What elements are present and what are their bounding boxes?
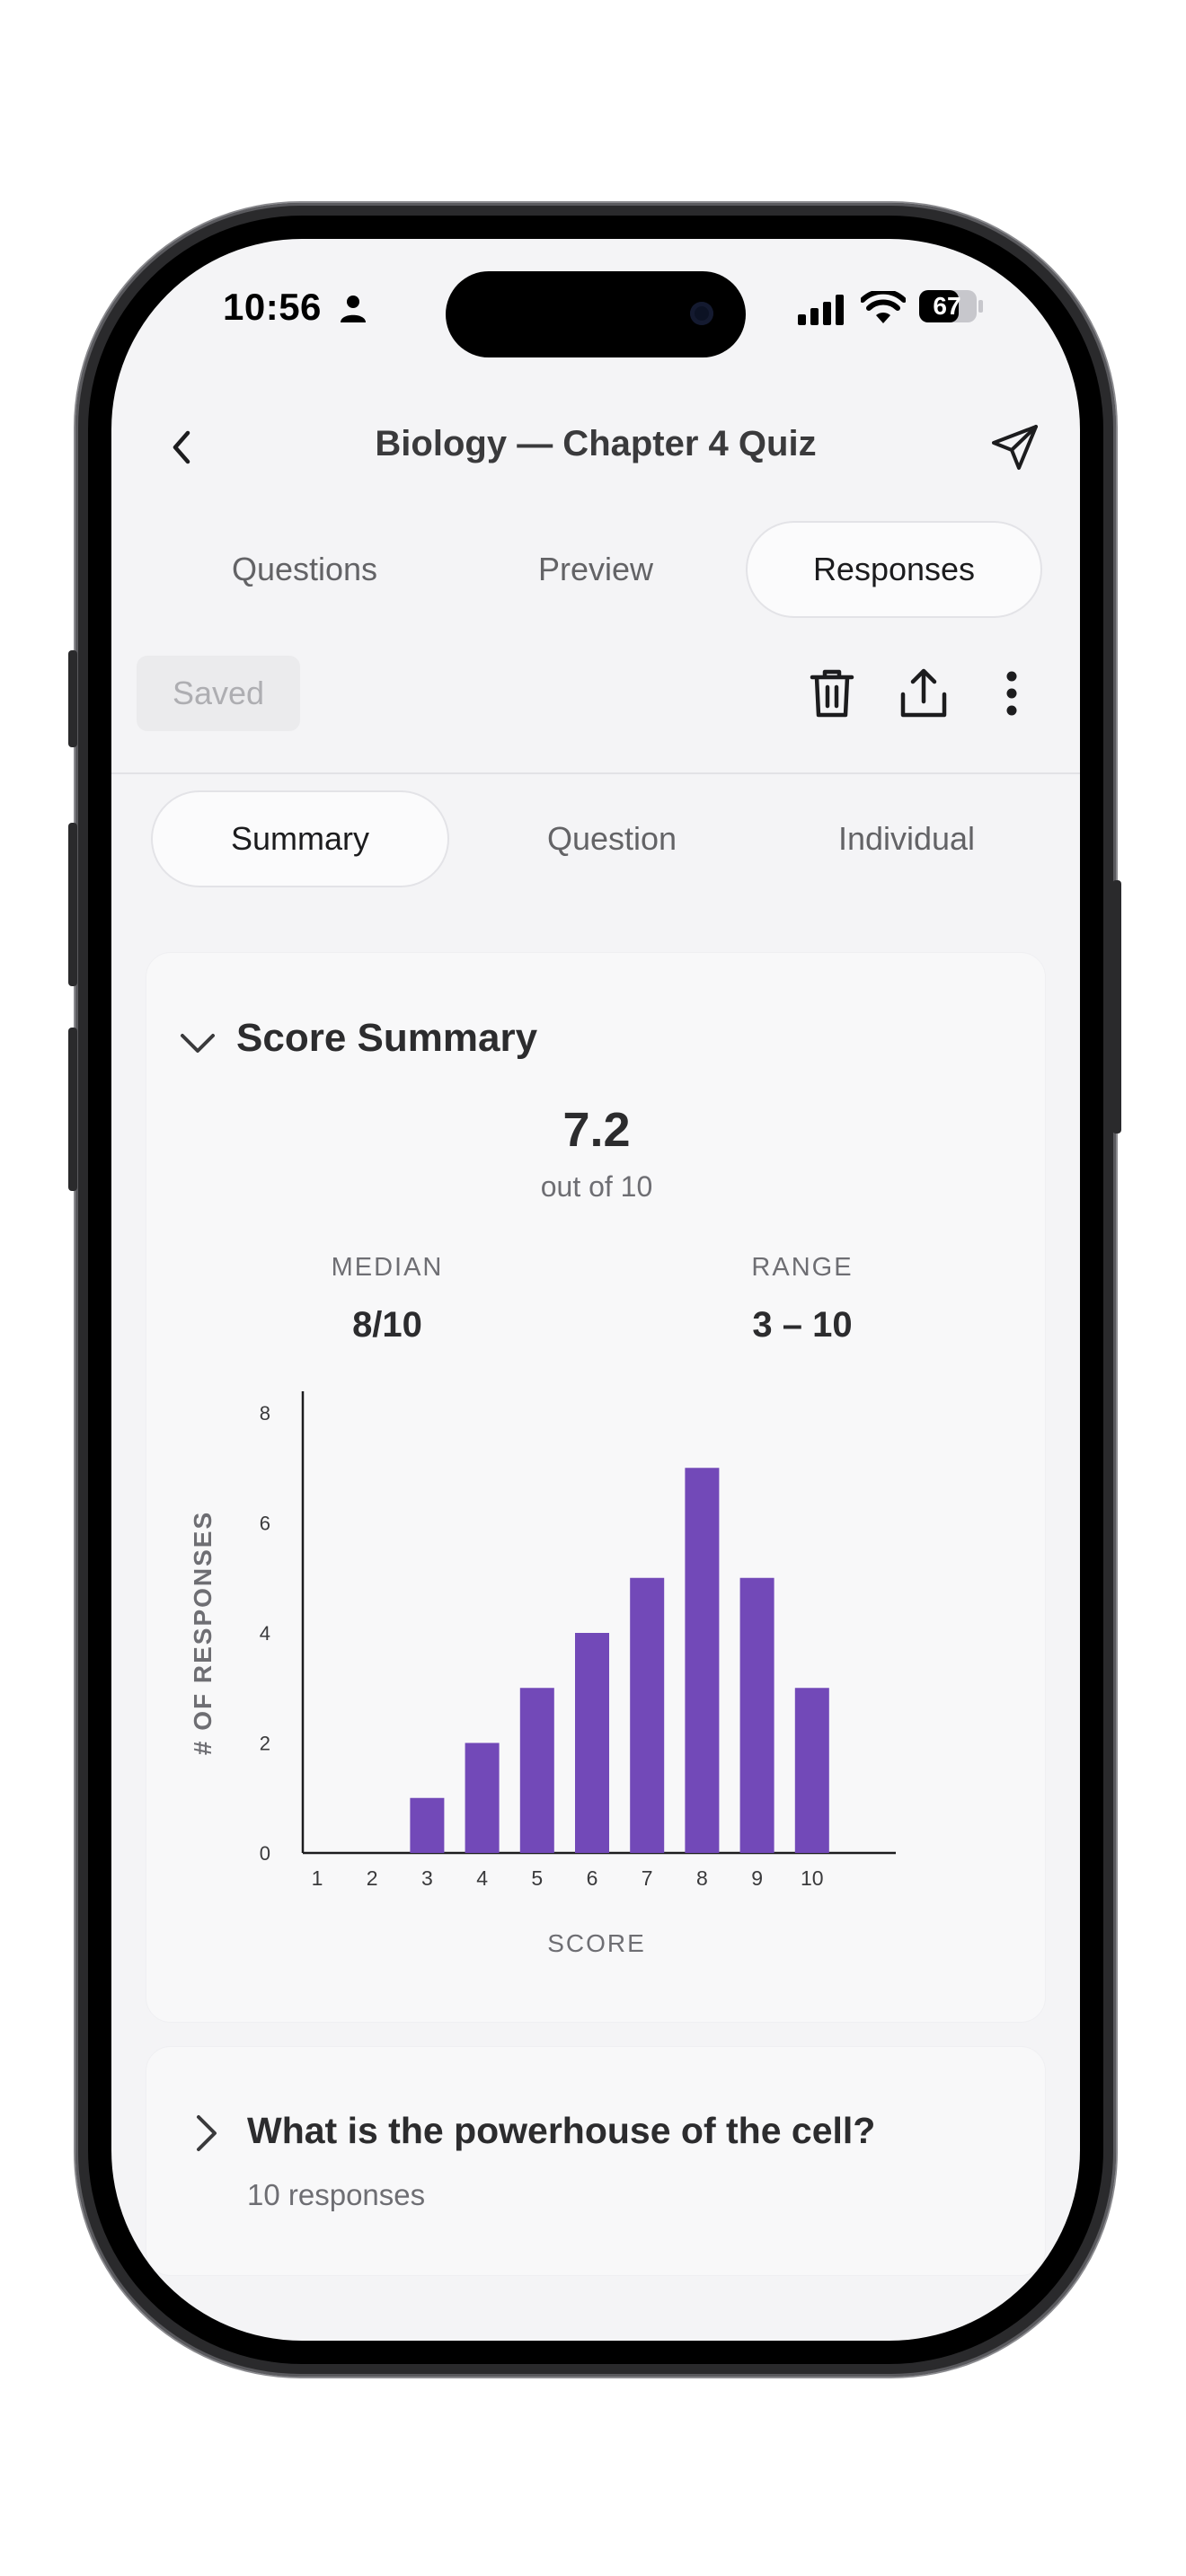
y-tick-label: 0: [260, 1842, 270, 1865]
screen: 10:56 67 Biology — Chapter 4 Quiz Questi…: [111, 239, 1080, 2341]
bar-6: [575, 1633, 609, 1853]
x-axis-title: SCORE: [547, 1929, 646, 1957]
chevron-right-icon: [197, 2115, 217, 2151]
page-title: Biology — Chapter 4 Quiz: [375, 424, 817, 463]
y-tick-label: 6: [260, 1513, 270, 1535]
x-tick-label: 10: [801, 1866, 824, 1890]
bar-3: [410, 1797, 445, 1853]
x-tick-label: 9: [751, 1866, 763, 1890]
question-card[interactable]: What is the powerhouse of the cell? 10 r…: [146, 2046, 1046, 2276]
saved-status-button[interactable]: Saved: [137, 656, 300, 731]
y-tick-label: 4: [260, 1622, 270, 1645]
x-tick-label: 4: [476, 1866, 488, 1890]
wifi-icon: [861, 291, 906, 323]
score-summary-card: Score Summary 7.2 out of 10 MEDIAN 8/10 …: [146, 952, 1046, 2023]
delete-button[interactable]: [800, 661, 864, 726]
person-icon: [341, 296, 366, 322]
x-tick-label: 1: [312, 1866, 323, 1890]
more-options-button[interactable]: [979, 661, 1044, 726]
score-distribution-chart: 0 2 4 6 8 1 2 3 4 5 6 7 8 9 10 SCORE # OF RESPONSES: [189, 1391, 896, 1957]
y-axis-title: # OF RESPONSES: [189, 1511, 217, 1755]
tab-questions[interactable]: Questions: [210, 521, 399, 618]
bar-4: [465, 1742, 500, 1853]
tab-individual[interactable]: Individual: [803, 790, 1010, 887]
x-tick-label: 7: [642, 1866, 653, 1890]
x-tick-label: 2: [367, 1866, 378, 1890]
x-tick-label: 5: [531, 1866, 543, 1890]
tab-summary[interactable]: Summary: [151, 790, 449, 887]
y-tick-label: 2: [260, 1733, 270, 1755]
status-time: 10:56: [223, 286, 322, 328]
trash-icon: [810, 669, 854, 718]
bar-8: [685, 1468, 720, 1853]
send-button[interactable]: [987, 419, 1044, 476]
more-vertical-icon: [1006, 671, 1017, 716]
x-tick-label: 6: [587, 1866, 598, 1890]
share-icon: [900, 668, 947, 718]
volume-up-button: [68, 823, 77, 986]
bar-9: [739, 1577, 774, 1853]
camera-icon: [690, 302, 713, 325]
cellular-signal-icon: [798, 295, 844, 325]
question-title: What is the powerhouse of the cell?: [247, 2110, 876, 2151]
tab-responses[interactable]: Responses: [746, 521, 1042, 618]
tab-preview[interactable]: Preview: [503, 521, 688, 618]
x-tick-label: 8: [696, 1866, 708, 1890]
toolbar-divider: [111, 772, 1080, 774]
battery-level: 67: [933, 292, 961, 320]
paper-plane-icon: [992, 425, 1038, 470]
x-tick-label: 3: [421, 1866, 433, 1890]
question-response-count: 10 responses: [247, 2178, 426, 2211]
action-button: [68, 650, 77, 747]
share-button[interactable]: [891, 661, 956, 726]
dynamic-island: [446, 271, 746, 357]
battery-icon: 67: [918, 289, 985, 323]
bar-5: [519, 1688, 554, 1853]
power-button: [1112, 880, 1121, 1134]
tab-question[interactable]: Question: [509, 790, 715, 887]
y-tick-label: 8: [260, 1402, 270, 1425]
bar-10: [794, 1688, 829, 1853]
bar-7: [630, 1577, 665, 1853]
volume-down-button: [68, 1028, 77, 1191]
